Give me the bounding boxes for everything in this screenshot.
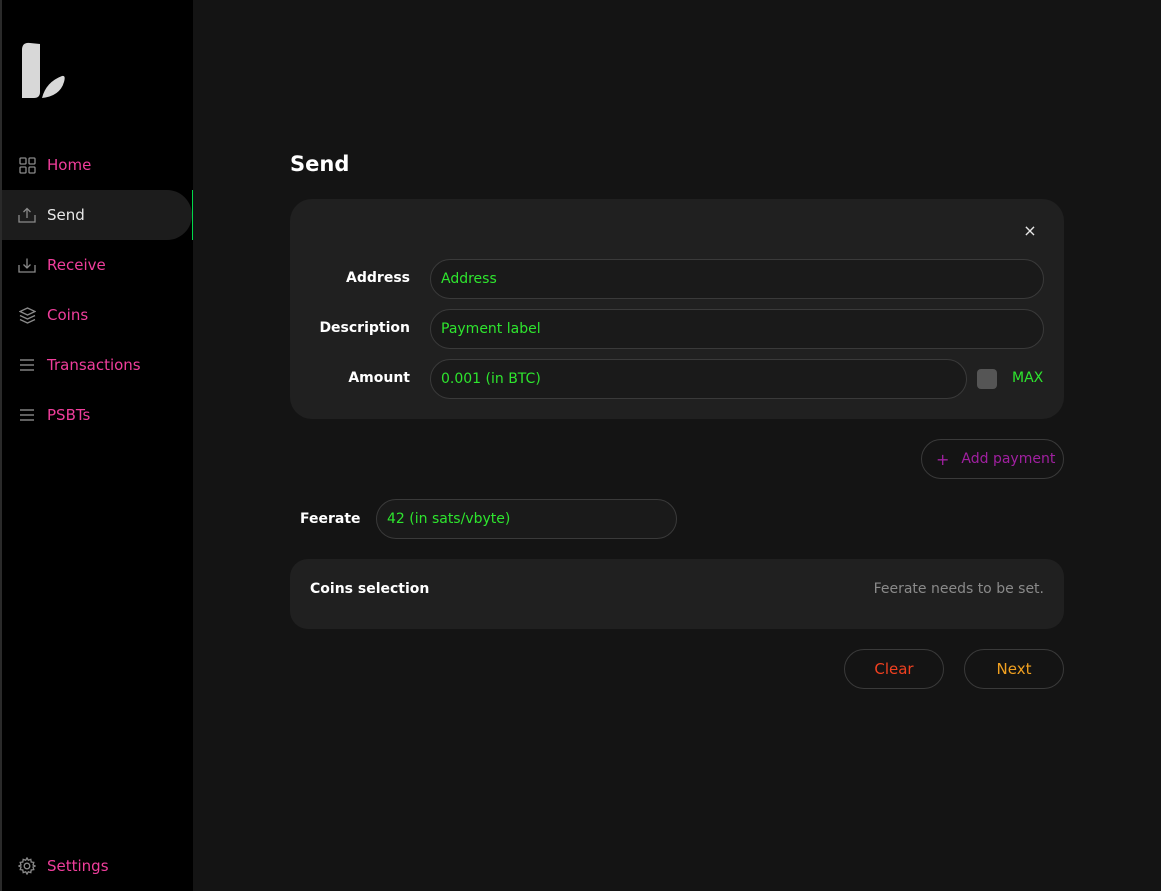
address-label: Address: [346, 270, 410, 286]
sidebar-item-label: Receive: [47, 256, 106, 274]
list-icon: [18, 406, 36, 424]
sidebar: Home Send Receive Coins Transactions PSB…: [0, 0, 195, 891]
sidebar-item-settings[interactable]: Settings: [2, 841, 195, 891]
sidebar-item-label: Coins: [47, 306, 89, 324]
coins-selection-note: Feerate needs to be set.: [873, 581, 1044, 597]
plus-icon: +: [936, 449, 950, 469]
sidebar-item-coins[interactable]: Coins: [2, 290, 195, 340]
address-row: Address Address: [290, 259, 1064, 299]
page-title: Send: [290, 152, 350, 176]
grid-icon: [18, 156, 36, 174]
coins-selection-panel[interactable]: Coins selection Feerate needs to be set.: [290, 559, 1064, 629]
amount-row: Amount 0.001 (in BTC) MAX: [290, 359, 1064, 399]
sidebar-item-label: Home: [47, 156, 92, 174]
add-payment-label: Add payment: [961, 451, 1056, 467]
sidebar-item-send[interactable]: Send: [2, 190, 192, 240]
next-button[interactable]: Next: [964, 649, 1064, 689]
sidebar-item-label: Settings: [47, 857, 109, 875]
gear-icon: [18, 857, 36, 875]
feerate-label: Feerate: [300, 511, 361, 527]
liana-logo: [22, 42, 65, 98]
list-icon: [18, 356, 36, 374]
description-input[interactable]: Payment label: [430, 309, 1044, 349]
sidebar-item-transactions[interactable]: Transactions: [2, 340, 195, 390]
sidebar-item-label: PSBTs: [47, 406, 91, 424]
layers-icon: [18, 306, 36, 324]
address-input[interactable]: Address: [430, 259, 1044, 299]
amount-input[interactable]: 0.001 (in BTC): [430, 359, 967, 399]
clear-button[interactable]: Clear: [844, 649, 944, 689]
sidebar-item-home[interactable]: Home: [2, 140, 195, 190]
upload-icon: [18, 206, 36, 224]
download-icon: [18, 256, 36, 274]
sidebar-item-label: Transactions: [47, 356, 141, 374]
sidebar-item-psbts[interactable]: PSBTs: [2, 390, 195, 440]
description-row: Description Payment label: [290, 309, 1064, 349]
add-payment-button[interactable]: + Add payment: [921, 439, 1064, 479]
sidebar-item-receive[interactable]: Receive: [2, 240, 195, 290]
feerate-input[interactable]: 42 (in sats/vbyte): [376, 499, 677, 539]
payment-card: × Address Address Description Payment la…: [290, 199, 1064, 419]
amount-label: Amount: [348, 370, 410, 386]
description-label: Description: [319, 320, 410, 336]
app-window: Home Send Receive Coins Transactions PSB…: [0, 0, 1161, 891]
coins-selection-title: Coins selection: [310, 581, 430, 597]
sidebar-item-label: Send: [47, 206, 85, 224]
max-checkbox[interactable]: [977, 369, 997, 389]
max-label[interactable]: MAX: [1012, 370, 1043, 386]
close-button[interactable]: ×: [1022, 221, 1038, 240]
main-content: Send × Address Address Description Payme…: [193, 0, 1161, 891]
